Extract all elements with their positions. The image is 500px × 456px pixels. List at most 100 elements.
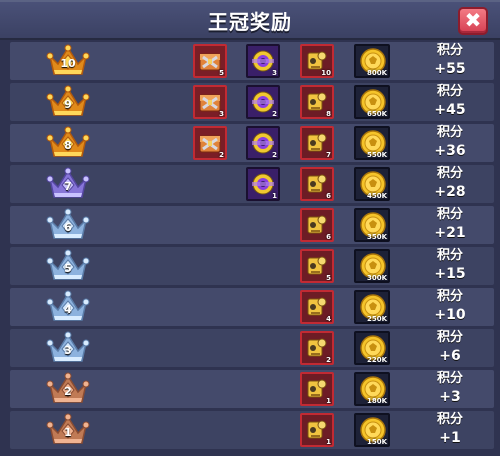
item-count: 7 [326, 151, 331, 159]
item-count: 1 [272, 192, 277, 200]
crown-tier-label: 10 [60, 57, 76, 70]
scroll-icon[interactable]: 1 [300, 372, 334, 406]
crown-tier-label: 2 [64, 385, 72, 398]
item-count: 650K [366, 110, 387, 118]
item-count: 800K [366, 69, 387, 77]
gold-coin-icon[interactable]: 250K [354, 290, 390, 324]
gold-coin-icon[interactable]: 350K [354, 208, 390, 242]
chest-icon[interactable]: 5 [193, 44, 227, 78]
item-count: 10 [321, 69, 331, 77]
item-count: 1 [326, 397, 331, 405]
item-count: 3 [272, 69, 277, 77]
score-block: 积分 +45 [420, 83, 480, 119]
crown-icon: 1 [46, 413, 90, 447]
score-block: 积分 +6 [420, 329, 480, 365]
ring-icon[interactable]: 1 [246, 167, 280, 201]
gold-coin-icon[interactable]: 450K [354, 167, 390, 201]
score-label: 积分 [436, 412, 463, 427]
item-count: 350K [366, 233, 387, 241]
score-block: 积分 +36 [420, 124, 480, 160]
score-label: 积分 [436, 125, 463, 140]
gold-coin-icon[interactable]: 300K [354, 249, 390, 283]
score-points: +55 [434, 61, 466, 77]
item-count: 180K [366, 397, 387, 405]
item-count: 220K [366, 356, 387, 364]
gold-coin-icon[interactable]: 650K [354, 85, 390, 119]
score-points: +3 [439, 389, 461, 405]
scroll-icon[interactable]: 4 [300, 290, 334, 324]
gold-coin-icon[interactable]: 800K [354, 44, 390, 78]
score-points: +1 [439, 430, 461, 446]
crown-tier-label: 5 [64, 262, 72, 275]
scroll-icon[interactable]: 8 [300, 85, 334, 119]
close-button[interactable]: ✖ [458, 7, 488, 35]
crown-icon: 7 [46, 167, 90, 201]
item-count: 1 [326, 438, 331, 446]
item-count: 6 [326, 192, 331, 200]
item-count: 6 [326, 233, 331, 241]
item-count: 4 [326, 315, 331, 323]
gold-coin-icon[interactable]: 220K [354, 331, 390, 365]
score-label: 积分 [436, 84, 463, 99]
crown-tier-label: 3 [64, 344, 72, 357]
scroll-icon[interactable]: 1 [300, 413, 334, 447]
scroll-icon[interactable]: 6 [300, 167, 334, 201]
score-label: 积分 [436, 371, 463, 386]
scroll-icon[interactable]: 2 [300, 331, 334, 365]
item-count: 3 [219, 110, 224, 118]
item-count: 8 [326, 110, 331, 118]
item-count: 5 [326, 274, 331, 282]
reward-row: 7 1 6 450K 积分 +28 [10, 165, 494, 203]
reward-row: 4 4 250K 积分 +10 [10, 288, 494, 326]
chest-icon[interactable]: 3 [193, 85, 227, 119]
chest-icon[interactable]: 2 [193, 126, 227, 160]
reward-list: 10 5 3 10 800K 积分 +55 9 3 2 8 650K 积分 +45 8 2 2 7 550K 积分 +3… [10, 42, 494, 452]
gold-coin-icon[interactable]: 550K [354, 126, 390, 160]
score-label: 积分 [436, 248, 463, 263]
item-count: 5 [219, 69, 224, 77]
score-points: +6 [439, 348, 461, 364]
score-label: 积分 [436, 289, 463, 304]
score-points: +15 [434, 266, 466, 282]
item-count: 2 [326, 356, 331, 364]
item-count: 2 [272, 151, 277, 159]
item-count: 2 [219, 151, 224, 159]
gold-coin-icon[interactable]: 150K [354, 413, 390, 447]
scroll-icon[interactable]: 6 [300, 208, 334, 242]
score-points: +10 [434, 307, 466, 323]
ring-icon[interactable]: 3 [246, 44, 280, 78]
crown-icon: 9 [46, 85, 90, 119]
reward-row: 2 1 180K 积分 +3 [10, 370, 494, 408]
panel-header: 王冠奖励 ✖ [0, 2, 500, 40]
scroll-icon[interactable]: 7 [300, 126, 334, 160]
score-label: 积分 [436, 166, 463, 181]
crown-tier-label: 7 [64, 180, 72, 193]
score-points: +21 [434, 225, 466, 241]
reward-row: 5 5 300K 积分 +15 [10, 247, 494, 285]
score-label: 积分 [436, 43, 463, 58]
crown-icon: 10 [46, 44, 90, 78]
item-count: 300K [366, 274, 387, 282]
ring-icon[interactable]: 2 [246, 126, 280, 160]
score-label: 积分 [436, 207, 463, 222]
scroll-icon[interactable]: 10 [300, 44, 334, 78]
gold-coin-icon[interactable]: 180K [354, 372, 390, 406]
score-points: +28 [434, 184, 466, 200]
scroll-icon[interactable]: 5 [300, 249, 334, 283]
crown-tier-label: 6 [64, 221, 72, 234]
reward-row: 9 3 2 8 650K 积分 +45 [10, 83, 494, 121]
reward-row: 8 2 2 7 550K 积分 +36 [10, 124, 494, 162]
crown-icon: 2 [46, 372, 90, 406]
score-block: 积分 +28 [420, 165, 480, 201]
item-count: 2 [272, 110, 277, 118]
crown-icon: 6 [46, 208, 90, 242]
item-count: 150K [366, 438, 387, 446]
score-block: 积分 +15 [420, 247, 480, 283]
ring-icon[interactable]: 2 [246, 85, 280, 119]
reward-panel: 王冠奖励 ✖ 10 5 3 10 800K 积分 +55 9 3 2 8 650K 积分 +45 8 2 2 7 5… [0, 0, 500, 456]
item-count: 250K [366, 315, 387, 323]
score-points: +36 [434, 143, 466, 159]
score-block: 积分 +3 [420, 370, 480, 406]
crown-icon: 8 [46, 126, 90, 160]
crown-tier-label: 8 [64, 139, 72, 152]
